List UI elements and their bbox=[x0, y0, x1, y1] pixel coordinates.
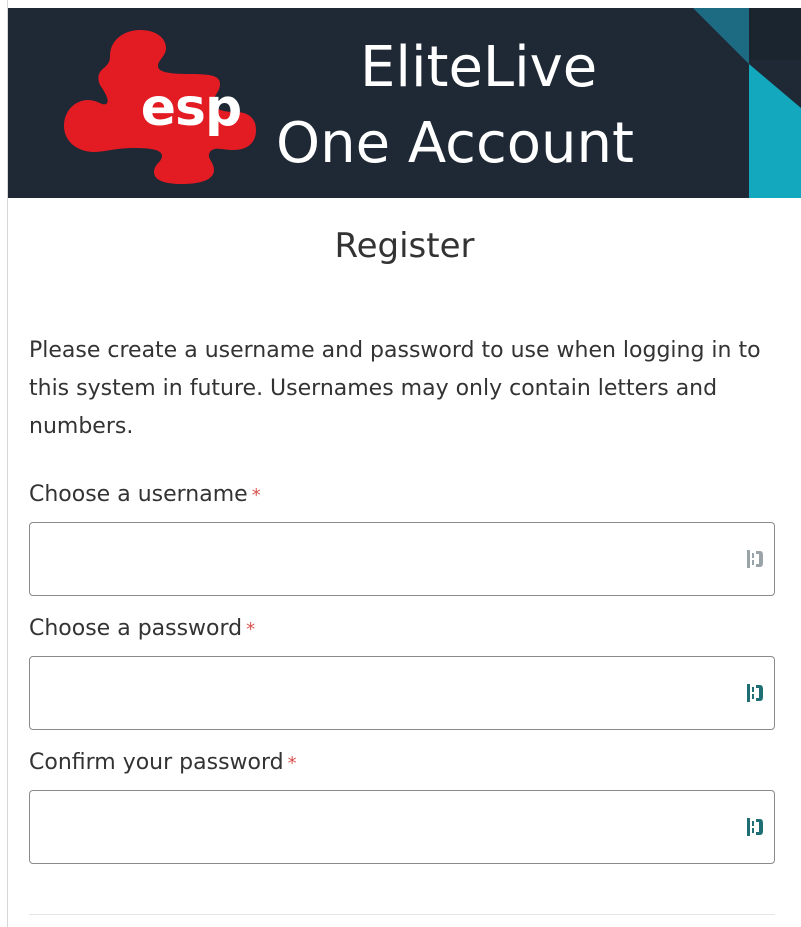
password-manager-icon[interactable] bbox=[746, 547, 764, 571]
username-label: Choose a username * bbox=[29, 480, 261, 511]
logo-text: esp bbox=[140, 78, 242, 138]
password-label: Choose a password * bbox=[29, 614, 255, 645]
section-divider bbox=[29, 914, 775, 915]
password-manager-icon[interactable] bbox=[746, 681, 764, 705]
required-marker: * bbox=[251, 485, 261, 506]
required-marker: * bbox=[246, 619, 256, 640]
password-label-text: Choose a password bbox=[29, 616, 243, 641]
confirm-password-label-text: Confirm your password bbox=[29, 750, 284, 775]
required-marker: * bbox=[287, 753, 297, 774]
confirm-password-label: Confirm your password * bbox=[29, 748, 297, 779]
username-input[interactable] bbox=[30, 523, 720, 595]
confirm-password-field[interactable] bbox=[29, 790, 775, 864]
esp-logo: esp bbox=[44, 22, 258, 188]
header-corner-decoration bbox=[661, 8, 801, 198]
password-input[interactable] bbox=[30, 657, 720, 729]
intro-text: Please create a username and password to… bbox=[29, 338, 761, 439]
password-manager-icon[interactable] bbox=[746, 815, 764, 839]
brand-title-line2: One Account bbox=[276, 111, 634, 176]
page-title: Register bbox=[334, 226, 475, 266]
confirm-password-input[interactable] bbox=[30, 791, 720, 863]
username-label-text: Choose a username bbox=[29, 482, 248, 507]
username-field[interactable] bbox=[29, 522, 775, 596]
password-field[interactable] bbox=[29, 656, 775, 730]
header-banner: esp EliteLive One Account bbox=[8, 8, 801, 198]
brand-title-line1: EliteLive bbox=[360, 35, 598, 100]
